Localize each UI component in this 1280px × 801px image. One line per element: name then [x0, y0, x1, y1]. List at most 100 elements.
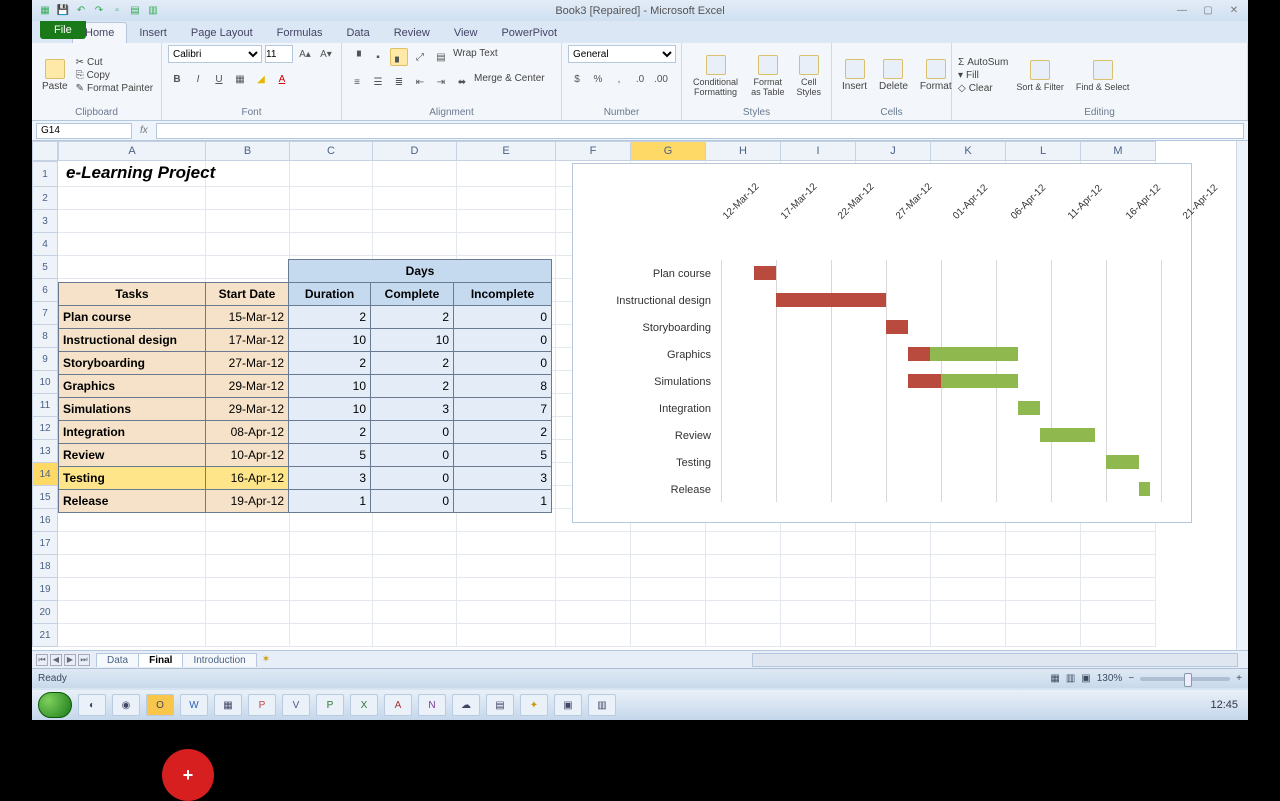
column-headers[interactable]: A B C D E F G H I J K L M	[58, 141, 1156, 161]
autosum-button[interactable]: Σ AutoSum	[958, 57, 1008, 68]
table-row[interactable]: Integration08-Apr-12202	[59, 421, 552, 444]
row-header-8[interactable]: 8	[32, 325, 58, 348]
clear-button[interactable]: ◇ Clear	[958, 83, 1008, 94]
undo-icon[interactable]: ↶	[74, 4, 88, 18]
underline-button[interactable]: U	[210, 70, 228, 88]
increase-indent-icon[interactable]: ⇥	[432, 73, 450, 91]
increase-decimal-icon[interactable]: .0	[631, 70, 649, 88]
worksheet-grid[interactable]: A B C D E F G H I J K L M 12345678910111…	[32, 141, 1248, 650]
view-break-icon[interactable]: ▣	[1081, 673, 1090, 684]
table-row[interactable]: Testing16-Apr-12303	[59, 467, 552, 490]
cell-styles-button[interactable]: Cell Styles	[793, 53, 826, 99]
sheet-nav-prev-icon[interactable]: ◀	[50, 654, 62, 666]
row-header-5[interactable]: 5	[32, 256, 58, 279]
sheet-tab-final[interactable]: Final	[138, 653, 183, 667]
row-header-12[interactable]: 12	[32, 417, 58, 440]
taskbar-project-icon[interactable]: P	[316, 694, 344, 716]
col-header-f[interactable]: F	[556, 141, 631, 161]
copy-button[interactable]: ⎘ Copy	[76, 70, 154, 81]
taskbar-powerpoint-icon[interactable]: P	[248, 694, 276, 716]
tab-powerpivot[interactable]: PowerPivot	[489, 23, 569, 43]
table-row[interactable]: Instructional design17-Mar-1210100	[59, 329, 552, 352]
taskbar-access-icon[interactable]: A	[384, 694, 412, 716]
print-preview-icon[interactable]: ▥	[146, 4, 160, 18]
align-right-icon[interactable]: ≣	[390, 73, 408, 91]
save-icon[interactable]: 💾	[56, 4, 70, 18]
vertical-scrollbar[interactable]	[1236, 141, 1248, 650]
taskbar-chrome-icon[interactable]: ◉	[112, 694, 140, 716]
taskbar-app-14[interactable]: ✦	[520, 694, 548, 716]
tab-view[interactable]: View	[442, 23, 490, 43]
row-header-15[interactable]: 15	[32, 486, 58, 509]
row-header-3[interactable]: 3	[32, 210, 58, 233]
delete-cells-button[interactable]: Delete	[875, 57, 912, 94]
sheet-tab-introduction[interactable]: Introduction	[182, 653, 256, 667]
tab-data[interactable]: Data	[334, 23, 381, 43]
col-header-b[interactable]: B	[206, 141, 290, 161]
zoom-in-icon[interactable]: +	[1236, 673, 1242, 684]
table-row[interactable]: Plan course15-Mar-12220	[59, 306, 552, 329]
new-icon[interactable]: ▫	[110, 4, 124, 18]
conditional-formatting-button[interactable]: Conditional Formatting	[688, 53, 743, 99]
select-all-corner[interactable]	[32, 141, 58, 161]
orientation-icon[interactable]: ⤢	[411, 48, 429, 66]
table-row[interactable]: Storyboarding27-Mar-12220	[59, 352, 552, 375]
format-as-table-button[interactable]: Format as Table	[747, 53, 788, 99]
taskbar-app-13[interactable]: ▤	[486, 694, 514, 716]
fx-icon[interactable]: fx	[136, 125, 152, 136]
row-headers[interactable]: 123456789101112131415161718192021	[32, 161, 58, 647]
start-button[interactable]	[38, 692, 72, 718]
cut-button[interactable]: ✂ Cut	[76, 57, 154, 68]
col-header-a[interactable]: A	[58, 141, 206, 161]
paste-button[interactable]: Paste	[38, 57, 72, 94]
sort-filter-button[interactable]: Sort & Filter	[1012, 58, 1068, 94]
table-row[interactable]: Review10-Apr-12505	[59, 444, 552, 467]
col-header-i[interactable]: I	[781, 141, 856, 161]
col-header-k[interactable]: K	[931, 141, 1006, 161]
border-button[interactable]: ▦	[231, 70, 249, 88]
accounting-icon[interactable]: $	[568, 70, 586, 88]
fill-color-button[interactable]: ◢	[252, 70, 270, 88]
view-normal-icon[interactable]: ▦	[1050, 673, 1059, 684]
align-middle-icon[interactable]: ▪	[369, 48, 387, 66]
sheet-nav-last-icon[interactable]: ⏭	[78, 654, 90, 666]
align-left-icon[interactable]: ≡	[348, 73, 366, 91]
row-header-13[interactable]: 13	[32, 440, 58, 463]
view-layout-icon[interactable]: ▥	[1066, 673, 1075, 684]
sheet-tab-data[interactable]: Data	[96, 653, 139, 667]
open-icon[interactable]: ▤	[128, 4, 142, 18]
row-header-14[interactable]: 14	[32, 463, 58, 486]
row-header-20[interactable]: 20	[32, 601, 58, 624]
font-size-input[interactable]	[265, 45, 293, 63]
zoom-slider[interactable]	[1140, 677, 1230, 681]
row-header-10[interactable]: 10	[32, 371, 58, 394]
col-header-d[interactable]: D	[373, 141, 457, 161]
row-header-6[interactable]: 6	[32, 279, 58, 302]
row-header-1[interactable]: 1	[32, 161, 58, 187]
row-header-19[interactable]: 19	[32, 578, 58, 601]
zoom-level[interactable]: 130%	[1097, 673, 1123, 684]
row-header-21[interactable]: 21	[32, 624, 58, 647]
tab-formulas[interactable]: Formulas	[265, 23, 335, 43]
taskbar-app-5[interactable]: ▦	[214, 694, 242, 716]
col-header-l[interactable]: L	[1006, 141, 1081, 161]
format-cells-button[interactable]: Format	[916, 57, 956, 94]
new-sheet-icon[interactable]: ✶	[256, 654, 276, 665]
col-header-h[interactable]: H	[706, 141, 781, 161]
row-header-4[interactable]: 4	[32, 233, 58, 256]
italic-button[interactable]: I	[189, 70, 207, 88]
merge-button[interactable]: ⬌	[453, 73, 471, 91]
decrease-decimal-icon[interactable]: .00	[652, 70, 670, 88]
comma-icon[interactable]: ,	[610, 70, 628, 88]
row-header-17[interactable]: 17	[32, 532, 58, 555]
redo-icon[interactable]: ↷	[92, 4, 106, 18]
row-header-9[interactable]: 9	[32, 348, 58, 371]
row-header-16[interactable]: 16	[32, 509, 58, 532]
sheet-nav-first-icon[interactable]: ⏮	[36, 654, 48, 666]
row-header-18[interactable]: 18	[32, 555, 58, 578]
insert-cells-button[interactable]: Insert	[838, 57, 871, 94]
tab-insert[interactable]: Insert	[127, 23, 179, 43]
taskbar-word-icon[interactable]: W	[180, 694, 208, 716]
fill-button[interactable]: ▾ Fill	[958, 70, 1008, 81]
bold-button[interactable]: B	[168, 70, 186, 88]
